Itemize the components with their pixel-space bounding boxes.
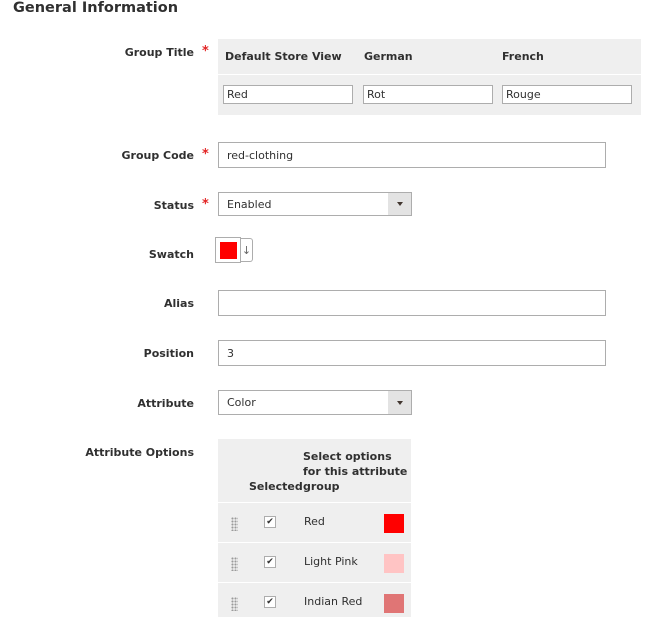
required-marker: * <box>202 147 209 162</box>
position-label: Position <box>143 347 194 360</box>
attribute-label: Attribute <box>137 397 194 410</box>
group-title-header: Default Store View German French <box>218 39 641 75</box>
group-title-table: Default Store View German French Red Rot… <box>218 39 641 115</box>
header-default-store-view: Default Store View <box>225 50 342 63</box>
drag-handle-icon[interactable] <box>231 597 238 611</box>
option-name: Red <box>304 515 325 528</box>
title-french-input[interactable]: Rouge <box>502 85 632 104</box>
header-select-options: Select options for this attribute group <box>303 450 408 493</box>
status-select[interactable]: Enabled <box>218 192 412 216</box>
swatch-label: Swatch <box>148 248 194 261</box>
title-default-input[interactable]: Red <box>223 85 353 104</box>
table-row: ✔ Red <box>218 503 411 543</box>
chevron-down-icon[interactable] <box>388 391 411 414</box>
chevron-down-icon[interactable] <box>388 193 411 215</box>
group-code-input[interactable]: red-clothing <box>218 142 606 168</box>
alias-input[interactable] <box>218 290 606 316</box>
option-name: Indian Red <box>304 595 363 608</box>
header-german: German <box>364 50 413 63</box>
option-swatch <box>384 554 404 573</box>
option-checkbox[interactable]: ✔ <box>264 596 276 608</box>
arrow-down-icon[interactable]: ↓ <box>241 238 253 262</box>
swatch-color <box>220 242 237 259</box>
table-row: ✔ Indian Red <box>218 583 411 622</box>
drag-handle-icon[interactable] <box>231 517 238 531</box>
group-title-label: Group Title <box>124 46 194 59</box>
attribute-options-table: Selected Select options for this attribu… <box>218 439 411 617</box>
attribute-value: Color <box>227 396 256 409</box>
swatch-preview[interactable] <box>215 237 241 263</box>
required-marker: * <box>202 44 209 59</box>
section-title: General Information <box>13 0 179 16</box>
swatch-picker[interactable]: ↓ <box>215 237 254 263</box>
header-french: French <box>502 50 544 63</box>
table-row: ✔ Light Pink <box>218 543 411 583</box>
status-value: Enabled <box>227 197 272 211</box>
header-selected: Selected <box>249 480 303 493</box>
option-checkbox[interactable]: ✔ <box>264 516 276 528</box>
group-code-label: Group Code <box>121 149 194 162</box>
required-marker: * <box>202 197 209 212</box>
position-input[interactable]: 3 <box>218 340 606 366</box>
attribute-options-label: Attribute Options <box>85 446 194 459</box>
option-checkbox[interactable]: ✔ <box>264 556 276 568</box>
attribute-options-header: Selected Select options for this attribu… <box>218 439 411 503</box>
option-name: Light Pink <box>304 555 358 568</box>
option-swatch <box>384 594 404 613</box>
status-label: Status <box>153 199 194 212</box>
option-swatch <box>384 514 404 533</box>
attribute-select[interactable]: Color <box>218 390 412 415</box>
alias-label: Alias <box>163 297 194 310</box>
title-german-input[interactable]: Rot <box>363 85 493 104</box>
drag-handle-icon[interactable] <box>231 557 238 571</box>
